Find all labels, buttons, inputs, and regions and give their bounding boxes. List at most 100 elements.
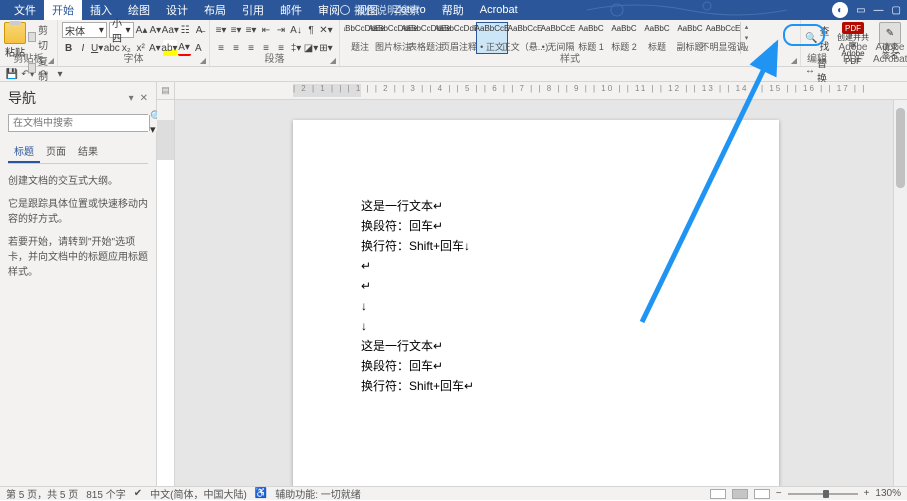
grow-font-button[interactable]: A▴: [136, 22, 148, 38]
doc-line[interactable]: 这是一行文本↵: [361, 336, 719, 356]
status-accessibility[interactable]: 辅助功能: 一切就绪: [275, 486, 361, 501]
indent-inc-button[interactable]: ⇥: [274, 22, 288, 38]
zoom-handle[interactable]: [823, 490, 829, 498]
sign-icon[interactable]: ✎: [879, 22, 901, 44]
doc-line[interactable]: 换行符：Shift+回车↵: [361, 376, 719, 396]
scrollbar-thumb[interactable]: [896, 108, 905, 188]
collapse-ribbon-button[interactable]: ⌃: [891, 48, 905, 64]
nav-dropdown-icon[interactable]: ▾: [129, 93, 134, 104]
style-name: 标题 2: [611, 42, 637, 52]
numbering-button[interactable]: ≡▾: [229, 22, 243, 38]
group-edit: 🔍查找 ↔替换 ▭选择 编辑: [801, 20, 833, 66]
document-page[interactable]: 这是一行文本↵换段符：回车↵换行符：Shift+回车↓↵↵↓↓这是一行文本↵换段…: [293, 120, 779, 486]
font-name-value: 宋体: [65, 23, 85, 38]
style-item[interactable]: AaBbC标题 2: [608, 22, 640, 54]
indent-dec-button[interactable]: ⇤: [259, 22, 273, 38]
qat-customize[interactable]: ▾: [54, 68, 66, 80]
view-web-button[interactable]: [754, 489, 770, 499]
main-area: 导航 ▾✕ 🔍▾ 标题 页面 结果 创建文档的交互式大纲。 它是跟踪具体位置或快…: [0, 82, 907, 486]
vertical-ruler[interactable]: ▤: [157, 82, 175, 486]
font-name-select[interactable]: 宋体▾: [62, 22, 107, 38]
status-page[interactable]: 第 5 页，共 5 页: [6, 486, 78, 501]
style-preview: AaBbC: [677, 24, 702, 34]
title-tab-design[interactable]: 设计: [158, 0, 196, 21]
find-button[interactable]: 🔍查找: [805, 22, 829, 54]
cut-button[interactable]: 剪切: [28, 22, 53, 52]
tell-me-search[interactable]: 操作说明搜索: [340, 2, 420, 18]
style-item[interactable]: AaBbC标题 1: [575, 22, 607, 54]
style-item[interactable]: AaBbCcE• 无间隔: [542, 22, 574, 54]
view-print-button[interactable]: [732, 489, 748, 499]
doc-line[interactable]: ↓: [361, 296, 719, 316]
page-content[interactable]: 这是一行文本↵换段符：回车↵换行符：Shift+回车↓↵↵↓↓这是一行文本↵换段…: [361, 196, 719, 396]
view-read-button[interactable]: [710, 489, 726, 499]
user-icon[interactable]: ◐: [832, 2, 848, 18]
vertical-scrollbar[interactable]: [893, 100, 907, 486]
titlebar-right: ◐ ▭ — ▢: [832, 2, 901, 18]
doc-line[interactable]: ↵: [361, 276, 719, 296]
nav-close-icon[interactable]: ✕: [140, 93, 148, 104]
title-tab-file[interactable]: 文件: [6, 0, 44, 21]
nav-search-input[interactable]: [9, 115, 149, 131]
style-item[interactable]: AaBbCcDdEe页眉注释: [443, 22, 475, 54]
sort-button[interactable]: A↓: [289, 22, 303, 38]
doc-line[interactable]: 换行符：Shift+回车↓: [361, 236, 719, 256]
font-launcher[interactable]: ◢: [199, 56, 207, 64]
nav-tabs: 标题 页面 结果: [8, 140, 148, 164]
tell-me-placeholder: 操作说明搜索: [354, 2, 420, 18]
style-name: 标题 1: [578, 42, 604, 52]
window-icon[interactable]: ▢: [892, 5, 901, 16]
style-item[interactable]: AaBbC标题: [641, 22, 673, 54]
show-marks-button[interactable]: ¶: [304, 22, 318, 38]
title-tab-help[interactable]: 帮助: [434, 0, 472, 21]
zoom-out-button[interactable]: −: [776, 488, 782, 499]
ruler-corner[interactable]: ▤: [157, 82, 174, 100]
doc-line[interactable]: 这是一行文本↵: [361, 196, 719, 216]
style-item[interactable]: AaBbCcE正文（悬...): [509, 22, 541, 54]
minimize-icon[interactable]: —: [874, 5, 884, 16]
clipboard-launcher[interactable]: ◢: [47, 56, 55, 64]
doc-line[interactable]: ↓: [361, 316, 719, 336]
doc-line[interactable]: 换段符：回车↵: [361, 216, 719, 236]
style-preview: AaBbCcE: [508, 24, 543, 34]
group-paragraph: ≡▾ ≡▾ ≡▾ ⇤ ⇥ A↓ ¶ ✕▾ ≡ ≡ ≡ ≡ ≡ ‡▾ ◪▾ ⊞▾ …: [210, 20, 340, 66]
font-size-select[interactable]: 小四▾: [109, 22, 134, 38]
ltr-button[interactable]: ✕▾: [319, 22, 333, 38]
title-tab-home[interactable]: 开始: [44, 0, 82, 21]
find-label: 查找: [819, 23, 829, 53]
zoom-value[interactable]: 130%: [875, 488, 901, 499]
spellcheck-icon[interactable]: ✔: [134, 488, 142, 499]
style-name: 标题: [648, 42, 666, 52]
para-launcher[interactable]: ◢: [329, 56, 337, 64]
nav-tab-headings[interactable]: 标题: [8, 140, 40, 163]
gallery-up[interactable]: ▴: [741, 22, 752, 33]
zoom-in-button[interactable]: +: [864, 488, 870, 499]
multilevel-button[interactable]: ≡▾: [244, 22, 258, 38]
title-tab-mail[interactable]: 邮件: [272, 0, 310, 21]
shrink-font-button[interactable]: A▾: [149, 22, 161, 38]
style-name: 题注: [351, 42, 369, 52]
zoom-slider[interactable]: [788, 493, 858, 495]
styles-gallery[interactable]: AaBbCcDdEe题注AaBbCcDdEe图片标注AaBbCcDdEe表格题注…: [344, 22, 796, 54]
change-case-button[interactable]: Aa▾: [163, 22, 177, 38]
title-tab-layout[interactable]: 布局: [196, 0, 234, 21]
styles-launcher[interactable]: ◢: [790, 56, 798, 64]
nav-search[interactable]: 🔍▾: [8, 114, 148, 132]
doc-line[interactable]: ↵: [361, 256, 719, 276]
style-item[interactable]: AaBbCcE不明显强调: [707, 22, 739, 54]
nav-tab-results[interactable]: 结果: [72, 140, 104, 163]
bullets-button[interactable]: ≡▾: [214, 22, 228, 38]
title-tab-ref[interactable]: 引用: [234, 0, 272, 21]
phonetic-guide-button[interactable]: ☷: [179, 22, 191, 38]
status-words[interactable]: 815 个字: [86, 486, 125, 501]
title-tab-draw[interactable]: 绘图: [120, 0, 158, 21]
status-language[interactable]: 中文(简体，中国大陆): [150, 486, 247, 501]
font-group-label: 字体: [58, 54, 209, 66]
title-bar: 文件 开始 插入 绘图 设计 布局 引用 邮件 审阅 视图 Zotero 帮助 …: [0, 0, 907, 20]
clear-format-button[interactable]: A̶: [193, 22, 205, 38]
nav-tab-pages[interactable]: 页面: [40, 140, 72, 163]
horizontal-ruler[interactable]: | 2 | 1 | | | 1 | | 2 | | 3 | | 4 | | 5 …: [175, 82, 907, 100]
ribbon-options-icon[interactable]: ▭: [856, 5, 865, 16]
doc-line[interactable]: 换段符：回车↵: [361, 356, 719, 376]
title-tab-acrobat[interactable]: Acrobat: [472, 1, 526, 19]
